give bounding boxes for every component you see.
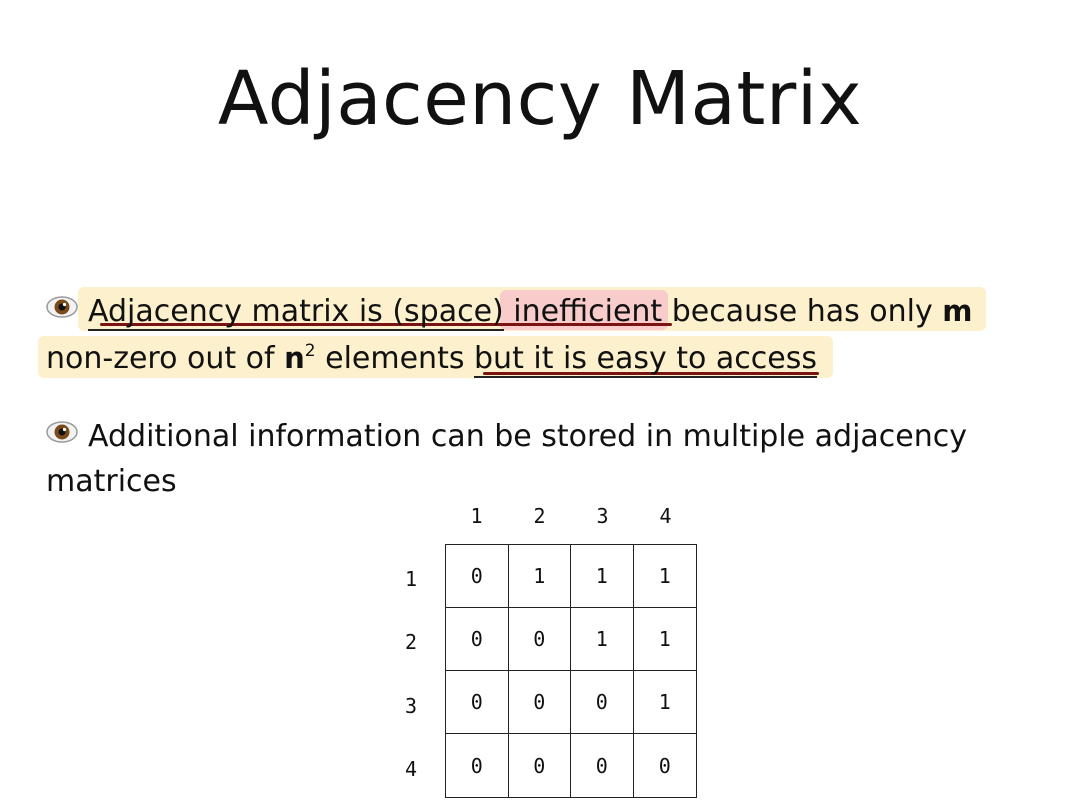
bullet-1-line2-mid: elements — [315, 341, 475, 376]
matrix-cell: 0 — [446, 545, 509, 608]
matrix-cell: 0 — [509, 734, 571, 797]
matrix-cell: 0 — [446, 608, 509, 671]
matrix-cell: 0 — [446, 734, 509, 797]
slide-title: Adjacency Matrix — [217, 56, 863, 142]
bullet-2-text-2: matrices — [46, 464, 177, 499]
matrix-row-label: 3 — [404, 694, 418, 718]
matrix-cell: 1 — [633, 545, 696, 608]
slide: Adjacency Matrix Adjacency matrix is (sp… — [0, 0, 1080, 810]
bullet-1-line-2: non-zero out of n2 elements but it is ea… — [46, 341, 818, 378]
bullet-1-text: because has only — [671, 294, 943, 329]
bullet-1-line2-text: non-zero out of — [46, 341, 285, 376]
adjacency-matrix: 0 1 1 1 0 0 1 1 0 0 0 1 0 0 0 0 — [445, 544, 697, 798]
bullet-1-easy-access-text: but it is easy to access — [474, 341, 818, 378]
matrix-cell: 0 — [446, 671, 509, 734]
bullet-1-superscript: 2 — [304, 341, 316, 361]
matrix-cell: 1 — [633, 671, 696, 734]
matrix-col-label: 2 — [533, 504, 546, 528]
matrix-cell: 1 — [571, 545, 634, 608]
matrix-row-label: 2 — [404, 630, 418, 654]
matrix-cell: 1 — [508, 545, 571, 608]
bullet-1-n: n — [284, 341, 305, 375]
bullet-1-line-1: Adjacency matrix is (space) inefficient … — [46, 294, 973, 331]
matrix-cell: 0 — [658, 753, 671, 778]
matrix-col-label: 4 — [659, 504, 672, 528]
matrix-cell: 0 — [508, 671, 571, 734]
matrix-col-label: 3 — [596, 504, 609, 528]
matrix-cell: 0 — [571, 734, 634, 797]
bullet-2-line-1: Additional information can be stored in … — [46, 420, 967, 452]
matrix-row-label: 4 — [404, 757, 418, 781]
matrix-cell: 0 — [571, 671, 634, 734]
bullet-2-line-2: matrices — [46, 467, 177, 497]
bullet-1-underlined-text: Adjacency matrix is (space) — [88, 294, 504, 331]
eye-icon — [46, 296, 78, 318]
eye-icon — [46, 421, 78, 443]
bullet-1-m: m — [942, 294, 973, 328]
bullet-2-text: Additional information can be stored in … — [88, 419, 968, 454]
bullet-1-inefficient-text: inefficient — [503, 294, 672, 329]
matrix-cell: 1 — [633, 608, 696, 671]
matrix-cell: 0 — [508, 608, 571, 671]
matrix-row-label: 1 — [404, 567, 418, 591]
matrix-col-label: 1 — [470, 504, 483, 528]
matrix-cell: 1 — [571, 608, 634, 671]
